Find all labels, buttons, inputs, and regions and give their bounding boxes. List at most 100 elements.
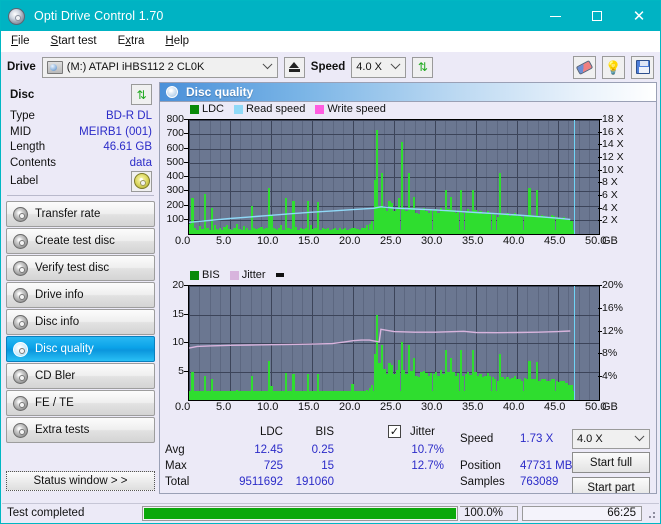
y2-tick-label: 16% — [602, 301, 624, 314]
x-tick-label: 40.0 — [503, 235, 525, 247]
y-tick-label: 20 — [172, 279, 184, 291]
disc-key: Contents — [10, 156, 57, 169]
sidebar-item-disc-quality[interactable]: Disc quality — [6, 336, 155, 362]
window-controls: ✕ — [534, 1, 660, 31]
resize-grip[interactable] — [645, 506, 659, 521]
disc-refresh-button[interactable]: ⇅ — [131, 84, 152, 105]
x-tick-label: 0.0 — [175, 235, 191, 247]
legend-label-write-speed: Write speed — [327, 103, 386, 115]
x-tick-label: 35.0 — [462, 401, 484, 413]
drive-select[interactable]: (M:) ATAPI iHBS112 2 CL0K — [41, 56, 278, 78]
drive-icon — [46, 60, 63, 74]
avg-bis-value: 0.25 — [311, 444, 334, 456]
minimize-button[interactable] — [534, 1, 576, 31]
disc-row-type: Type BD-R DL — [6, 109, 155, 125]
settings-button[interactable]: 💡 — [602, 55, 625, 79]
jitter-checkbox[interactable]: ✓ — [388, 425, 401, 438]
sidebar-item-drive-info[interactable]: Drive info — [6, 282, 155, 308]
y2-tick-label: 10 X — [602, 163, 624, 176]
sidebar-item-verify-test-disc[interactable]: Verify test disc — [6, 255, 155, 281]
x-tick-label: 40.0 — [503, 401, 525, 413]
y2-tick-label: 12 X — [602, 151, 624, 163]
x-tick-label: 35.0 — [462, 235, 484, 247]
elapsed-time: 66:25 — [522, 505, 642, 521]
sidebar-item-create-test-disc[interactable]: Create test disc — [6, 228, 155, 254]
disc-info-header: Disc ⇅ — [6, 84, 155, 105]
speed-select[interactable]: 4.0 X — [351, 56, 407, 78]
menu-file[interactable]: File — [9, 34, 32, 48]
status-text: Test completed — [7, 507, 85, 519]
total-ldc-value: 9511692 — [239, 476, 283, 488]
window-title: Opti Drive Control 1.70 — [34, 9, 164, 23]
disc-icon — [13, 395, 28, 411]
content-panel: Disc quality LDC Read speed Write speed … — [159, 82, 657, 494]
sidebar-divider — [7, 195, 154, 196]
menu-start-test[interactable]: Start test — [49, 34, 99, 48]
disc-info-panel: Disc ⇅ Type BD-R DL MID MEIRB1 (001) Len… — [6, 82, 155, 192]
app-disc-icon — [8, 7, 25, 25]
menu-extra[interactable]: Extra — [116, 34, 147, 48]
x-tick-label: 10.0 — [257, 235, 279, 247]
legend-swatch-jitter — [229, 270, 239, 280]
sidebar-item-disc-info[interactable]: Disc info — [6, 309, 155, 335]
legend-label-jitter: Jitter — [241, 269, 266, 281]
x-tick-label: 15.0 — [298, 401, 320, 413]
y2-tick-label: 2 X — [602, 214, 618, 227]
avg-jitter-value: 10.7% — [411, 444, 444, 456]
stats-row-avg: Avg — [165, 444, 185, 456]
sidebar-item-cd-bler[interactable]: CD Bler — [6, 363, 155, 389]
title-bar: Opti Drive Control 1.70 ✕ — [1, 1, 660, 31]
disc-row-contents: Contents data — [6, 156, 155, 172]
nav-label: CD Bler — [35, 370, 76, 382]
start-part-button[interactable]: Start part — [572, 477, 650, 493]
y2-tick-label: 4% — [602, 370, 618, 383]
sidebar-item-fe-te[interactable]: FE / TE — [6, 390, 155, 416]
status-window-button[interactable]: Status window > > — [6, 471, 155, 491]
refresh-drive-button[interactable]: ⇅ — [412, 56, 434, 78]
legend-swatch-ldc — [190, 104, 199, 114]
close-button[interactable]: ✕ — [618, 1, 660, 31]
jitter-label: Jitter — [410, 426, 435, 438]
samples-label: Samples — [460, 476, 505, 488]
x-axis-unit: GB — [602, 235, 618, 247]
start-full-button[interactable]: Start full — [572, 452, 650, 473]
eject-icon — [289, 62, 300, 69]
x-tick-label: 45.0 — [544, 235, 566, 247]
max-jitter-value: 12.7% — [411, 460, 444, 472]
samples-value: 763089 — [520, 476, 559, 488]
test-speed-value: 4.0 X — [577, 433, 603, 445]
legend-swatch-marker — [275, 273, 284, 277]
stats-panel: LDC BIS ✓ Jitter Avg 12.45 0.25 10.7% Ma… — [160, 424, 656, 493]
nav-label: FE / TE — [35, 397, 74, 409]
sidebar-filler — [6, 443, 155, 467]
menu-help[interactable]: Help — [163, 34, 191, 48]
eject-button[interactable] — [283, 56, 305, 78]
y2-tick-label: 8% — [602, 347, 618, 360]
save-icon — [635, 60, 650, 74]
disc-icon — [13, 341, 28, 357]
nav-label: Disc quality — [35, 343, 94, 355]
legend-label-read-speed: Read speed — [246, 103, 306, 115]
max-ldc-value: 725 — [263, 460, 283, 472]
maximize-button[interactable] — [576, 1, 618, 31]
chevron-down-icon — [262, 59, 273, 70]
nav-label: Extra tests — [35, 424, 90, 436]
sidebar-item-extra-tests[interactable]: Extra tests — [6, 417, 155, 443]
bis-legend: BIS Jitter — [190, 269, 290, 281]
disc-label-button[interactable] — [131, 170, 152, 192]
y-tick-label: 100 — [166, 212, 184, 225]
ldc-chart: LDC Read speed Write speed 100 200 300 400 5… — [160, 102, 656, 269]
disc-quality-icon — [166, 86, 178, 98]
save-button[interactable] — [631, 55, 654, 79]
x-tick-label: 5.0 — [216, 235, 232, 247]
clear-button[interactable] — [573, 55, 596, 79]
status-bar: Test completed 100.0% 66:25 — [2, 503, 659, 522]
stats-col-ldc: LDC — [259, 426, 283, 438]
x-tick-label: 30.0 — [421, 235, 443, 247]
sidebar-item-transfer-rate[interactable]: Transfer rate — [6, 201, 155, 227]
disc-value: BD-R DL — [105, 110, 152, 122]
speed-stat-label: Speed — [460, 433, 494, 445]
disc-icon — [13, 260, 28, 276]
test-speed-select[interactable]: 4.0 X — [572, 429, 650, 449]
disc-key: Type — [10, 110, 35, 122]
